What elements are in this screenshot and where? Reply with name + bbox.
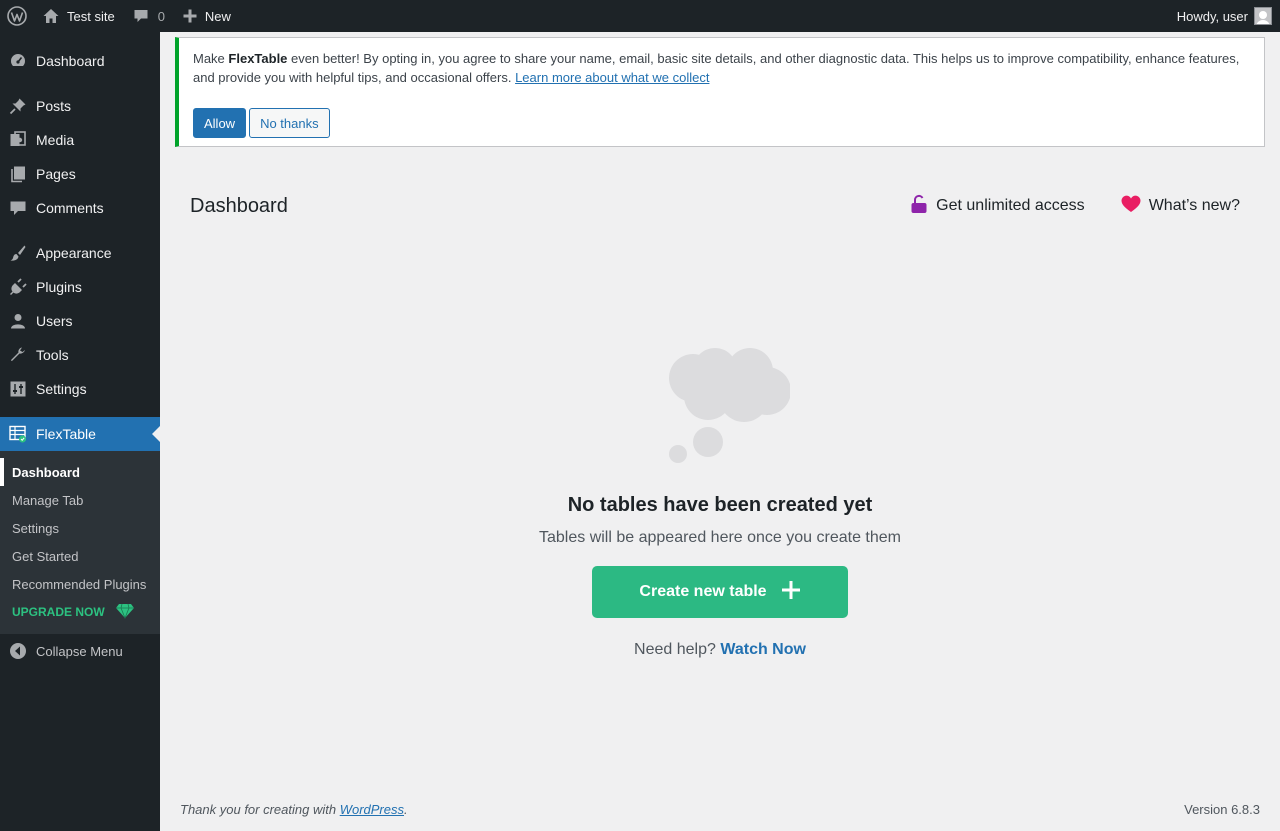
submenu-item-dashboard[interactable]: Dashboard [0,458,160,486]
help-line: Need help? Watch Now [440,641,1000,659]
comments-link[interactable]: 0 [123,0,173,32]
site-name-link[interactable]: Test site [34,0,123,32]
watch-now-link[interactable]: Watch Now [720,641,806,658]
flextable-submenu: Dashboard Manage Tab Settings Get Starte… [0,451,160,634]
avatar [1254,7,1272,25]
admin-footer: Thank you for creating with WordPress. V… [180,802,1260,817]
wrench-icon [9,346,27,364]
home-icon [42,7,60,25]
page-header: Dashboard Get unlimited access What’s ne… [190,190,1240,222]
footer-thanks-text: Thank you for creating with [180,802,340,817]
footer-period: . [404,802,408,817]
notice-text: Make FlexTable even better! By opting in… [193,49,1250,87]
footer-thanks: Thank you for creating with WordPress. [180,802,408,817]
sidebar-item-label: Plugins [36,279,82,295]
sidebar-item-media[interactable]: Media [0,123,160,157]
notice-text-before: Make [193,51,229,66]
pages-icon [9,165,27,183]
opt-in-notice: Make FlexTable even better! By opting in… [175,37,1265,147]
sidebar-item-label: Pages [36,166,76,182]
unlock-icon [910,194,928,219]
sidebar-item-label: Media [36,132,75,148]
submenu-item-settings[interactable]: Settings [0,514,160,542]
sidebar-item-label: Users [36,313,73,329]
version-label: Version 6.8.3 [1184,802,1260,817]
sidebar-item-label: Tools [36,347,69,363]
empty-state-subtitle: Tables will be appeared here once you cr… [539,529,901,546]
sidebar-item-dashboard[interactable]: Dashboard [0,44,160,78]
table-icon [9,425,27,443]
plug-icon [9,278,27,296]
learn-more-link[interactable]: Learn more about what we collect [515,70,709,85]
get-unlimited-access-link[interactable]: Get unlimited access [910,194,1085,219]
sidebar-item-settings[interactable]: Settings [0,372,160,406]
collapse-menu-button[interactable]: Collapse Menu [0,634,160,668]
sidebar-item-label: FlexTable [36,426,96,442]
admin-sidebar: Dashboard Posts Media Pages Comments App… [0,32,160,831]
sidebar-item-label: Settings [36,381,87,397]
comment-icon [9,199,27,217]
heart-icon [1121,195,1141,218]
settings-icon [9,380,27,398]
user-icon [9,312,27,330]
diamond-icon [115,603,135,622]
help-text: Need help? [634,641,716,658]
comment-icon [133,8,149,24]
submenu-item-get-started[interactable]: Get Started [0,542,160,570]
wordpress-link[interactable]: WordPress [340,802,404,817]
submenu-item-upgrade-now[interactable]: UPGRADE NOW [0,598,160,626]
notice-buttons: Allow No thanks [193,108,1250,138]
sidebar-item-label: Dashboard [36,53,105,69]
wordpress-logo-icon[interactable] [0,0,34,32]
dashboard-icon [9,52,27,70]
media-icon [9,131,27,149]
greeting-label: Howdy, user [1176,8,1248,24]
header-links: Get unlimited access What’s new? [910,194,1240,219]
site-name-label: Test site [67,8,115,24]
notice-text-after: even better! By opting in, you agree to … [193,51,1240,85]
sidebar-item-comments[interactable]: Comments [0,191,160,225]
sidebar-item-appearance[interactable]: Appearance [0,236,160,270]
empty-state-title: No tables have been created yet [567,494,873,516]
whats-new-label: What’s new? [1148,197,1240,214]
sidebar-item-label: Appearance [36,245,112,261]
create-label: Create new table [639,583,767,600]
sidebar-item-flextable[interactable]: FlexTable [0,417,160,451]
paintbrush-icon [9,244,27,262]
whats-new-link[interactable]: What’s new? [1121,195,1240,218]
plus-icon [183,9,197,23]
upgrade-label: UPGRADE NOW [12,605,105,619]
my-account-link[interactable]: Howdy, user [1169,0,1280,32]
sidebar-item-posts[interactable]: Posts [0,89,160,123]
create-new-table-button[interactable]: Create new table [592,566,848,618]
no-thanks-button[interactable]: No thanks [249,108,330,138]
sidebar-item-users[interactable]: Users [0,304,160,338]
submenu-item-manage-tab[interactable]: Manage Tab [0,486,160,514]
empty-state: No tables have been created yet Tables w… [440,340,1000,659]
thought-cloud-icon [650,340,791,470]
submenu-item-recommended-plugins[interactable]: Recommended Plugins [0,570,160,598]
sidebar-item-label: Comments [36,200,104,216]
notice-brand: FlexTable [228,51,288,66]
collapse-arrow-icon [9,642,27,660]
collapse-menu-label: Collapse Menu [36,643,123,659]
sidebar-item-pages[interactable]: Pages [0,157,160,191]
page-title: Dashboard [190,194,288,217]
new-content-link[interactable]: New [173,0,239,32]
sidebar-item-label: Posts [36,98,72,114]
admin-bar: Test site 0 New Howdy, user [0,0,1280,32]
sidebar-item-plugins[interactable]: Plugins [0,270,160,304]
unlimited-label: Get unlimited access [936,197,1085,214]
plus-icon [781,580,801,605]
comments-count: 0 [157,8,165,24]
pushpin-icon [9,97,27,115]
sidebar-item-tools[interactable]: Tools [0,338,160,372]
allow-button[interactable]: Allow [193,108,247,138]
new-label: New [204,8,231,24]
